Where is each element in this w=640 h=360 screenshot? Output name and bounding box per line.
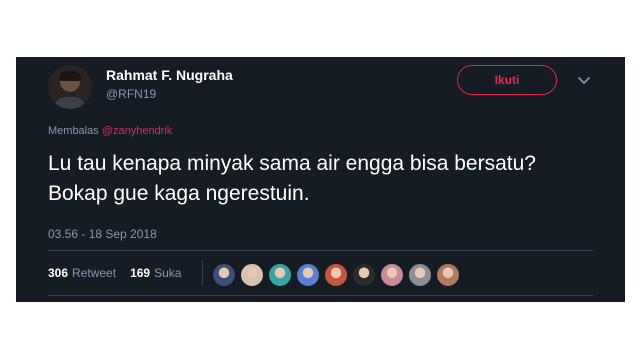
timestamp[interactable]: 03.56 - 18 Sep 2018 bbox=[48, 227, 157, 241]
liker-avatar[interactable] bbox=[408, 263, 432, 287]
liker-avatar[interactable] bbox=[296, 263, 320, 287]
follow-button[interactable]: Ikuti bbox=[457, 65, 557, 95]
divider-bottom bbox=[48, 295, 593, 296]
replying-to: Membalas @zanyhendrik bbox=[48, 125, 172, 137]
avatar-shirt bbox=[54, 97, 86, 109]
stats-separator bbox=[202, 260, 203, 286]
tweet-card: Rahmat F. Nugraha @RFN19 Ikuti Membalas … bbox=[16, 57, 625, 302]
user-handle[interactable]: @RFN19 bbox=[106, 87, 156, 101]
tweet-text: Lu tau kenapa minyak sama air engga bisa… bbox=[48, 152, 536, 205]
replying-prefix: Membalas bbox=[48, 125, 99, 137]
chevron-down-icon[interactable] bbox=[577, 73, 591, 87]
liker-avatars bbox=[212, 263, 464, 287]
like-count[interactable]: 169 bbox=[130, 266, 150, 280]
liker-avatar[interactable] bbox=[212, 263, 236, 287]
liker-avatar[interactable] bbox=[240, 263, 264, 287]
retweet-count[interactable]: 306 bbox=[48, 266, 68, 280]
display-name[interactable]: Rahmat F. Nugraha bbox=[106, 67, 233, 83]
liker-avatar[interactable] bbox=[380, 263, 404, 287]
avatar-hair bbox=[59, 71, 81, 81]
avatar[interactable] bbox=[48, 65, 92, 109]
liker-avatar[interactable] bbox=[268, 263, 292, 287]
like-label[interactable]: Suka bbox=[154, 266, 181, 280]
liker-avatar[interactable] bbox=[436, 263, 460, 287]
divider-top bbox=[48, 250, 593, 251]
mention-link[interactable]: @zanyhendrik bbox=[102, 125, 172, 137]
liker-avatar[interactable] bbox=[324, 263, 348, 287]
engagement-stats: 306 Retweet 169 Suka bbox=[48, 266, 195, 280]
liker-avatar[interactable] bbox=[352, 263, 376, 287]
retweet-label[interactable]: Retweet bbox=[72, 266, 116, 280]
